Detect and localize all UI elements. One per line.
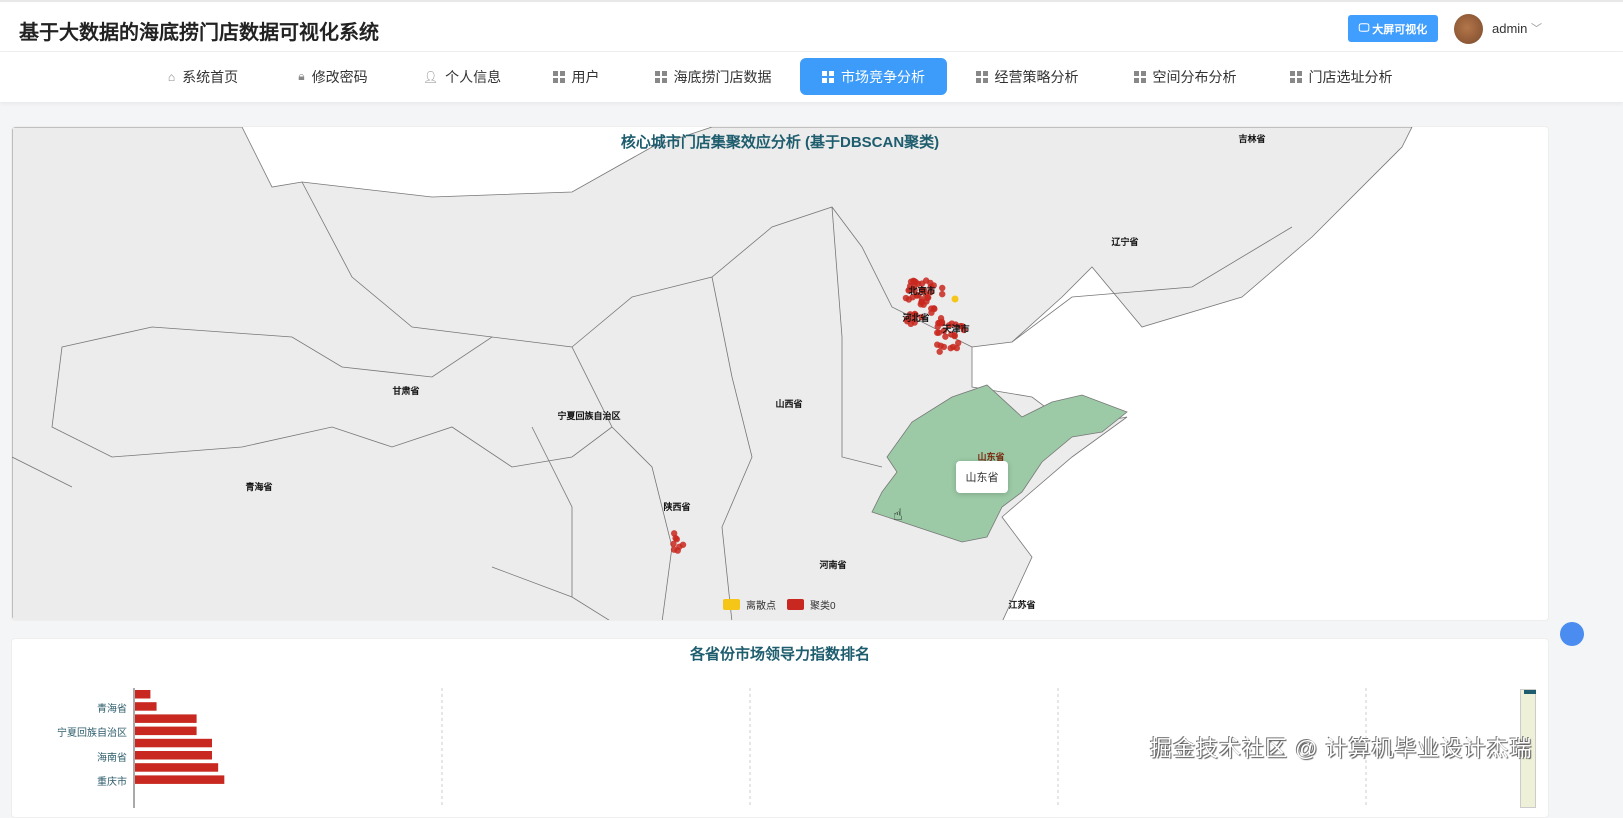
province-label: 河北省 bbox=[902, 312, 929, 323]
nav-tab-2[interactable]: 👤︎ 个人信息 bbox=[412, 58, 512, 95]
province-label: 辽宁省 bbox=[1111, 236, 1138, 247]
nav-tab-4[interactable]: 海底捞门店数据 bbox=[643, 58, 783, 95]
store-point[interactable] bbox=[679, 541, 687, 548]
province-label: 天津市 bbox=[942, 323, 969, 334]
bar-chart-title: 各省份市场领导力指数排名 bbox=[689, 646, 870, 663]
slider-handle[interactable] bbox=[1524, 690, 1536, 694]
legend-item-outlier[interactable]: 离散点 bbox=[723, 597, 776, 612]
store-point[interactable] bbox=[949, 343, 957, 351]
y-tick-label: 青海省 bbox=[97, 704, 127, 715]
nav-tab-8[interactable]: 门店选址分析 bbox=[1276, 58, 1406, 95]
big-screen-button[interactable]: 🖵 大屏可视化 bbox=[1348, 15, 1438, 42]
top-header: 基于大数据的海底捞门店数据可视化系统 🖵 大屏可视化 admin ﹀ bbox=[0, 0, 1623, 52]
province-label: 山西省 bbox=[775, 398, 802, 409]
grid-icon bbox=[975, 70, 988, 83]
legend-item-cluster0[interactable]: 聚类0 bbox=[787, 597, 836, 612]
province-label: 青海省 bbox=[245, 481, 272, 492]
grid-icon bbox=[1133, 70, 1146, 83]
nav-tab-6[interactable]: 经营策略分析 bbox=[962, 58, 1092, 95]
legend-swatch bbox=[787, 599, 804, 610]
province-label: 北京市 bbox=[908, 285, 935, 296]
store-point[interactable] bbox=[670, 546, 678, 553]
store-point[interactable] bbox=[934, 341, 941, 348]
province-region bbox=[12, 127, 1413, 620]
province-label: 宁夏回族自治区 bbox=[557, 410, 620, 421]
china-map[interactable]: 吉林省辽宁省北京市河北省天津市甘肃省宁夏回族自治区山西省山东省青海省陕西省河南省… bbox=[12, 127, 1549, 621]
store-point[interactable] bbox=[940, 343, 948, 351]
y-tick-label: 重庆市 bbox=[97, 777, 127, 789]
user-icon: 👤︎ bbox=[422, 69, 439, 84]
province-label: 甘肃省 bbox=[392, 385, 419, 396]
province-label: 江苏省 bbox=[1008, 599, 1035, 610]
store-point[interactable] bbox=[936, 348, 943, 355]
nav-tab-5[interactable]: 市场竞争分析 bbox=[800, 58, 947, 95]
grid-icon bbox=[552, 70, 565, 83]
map-panel: 吉林省 辽宁省 北京市 河北省 天津市 甘肃省 宁夏回族自治区 山西省 山东省 青海省 陕西省 河南省… bbox=[11, 126, 1549, 621]
map-tooltip: 山东省 bbox=[956, 461, 1008, 493]
nav-tab-0[interactable]: ⌂ 系统首页 bbox=[158, 58, 248, 95]
watermark: 掘金技术社区 @ 计算机毕业设计杰瑞 bbox=[1150, 736, 1533, 761]
map-title: 核心城市门店集聚效应分析 (基于DBSCAN聚类) bbox=[620, 134, 940, 151]
store-point[interactable] bbox=[672, 534, 679, 542]
monitor-icon: 🖵 bbox=[1358, 22, 1370, 34]
bar-chart-panel: 各省份市场领导力指数排名 bbox=[11, 638, 1549, 818]
hand-cursor-icon: ☝ bbox=[893, 507, 903, 524]
outlier-point[interactable] bbox=[951, 295, 959, 303]
avatar[interactable] bbox=[1454, 14, 1483, 44]
province-label: 河南省 bbox=[819, 559, 846, 570]
store-point[interactable] bbox=[670, 540, 677, 548]
store-point[interactable] bbox=[922, 277, 930, 284]
store-point[interactable] bbox=[939, 284, 946, 292]
store-point[interactable] bbox=[939, 290, 946, 298]
y-tick-label: 海南省 bbox=[97, 752, 127, 764]
store-point[interactable] bbox=[942, 333, 949, 340]
grid-icon bbox=[822, 70, 834, 83]
grid-icon bbox=[654, 70, 667, 83]
nav-tab-7[interactable]: 空间分布分析 bbox=[1120, 58, 1250, 95]
floating-action-button[interactable] bbox=[1560, 622, 1584, 646]
y-tick-label: 宁夏回族自治区 bbox=[57, 728, 127, 740]
legend-swatch bbox=[723, 599, 740, 610]
home-icon: ⌂ bbox=[167, 69, 176, 84]
province-label: 陕西省 bbox=[663, 501, 690, 512]
chevron-down-icon[interactable]: ﹀ bbox=[1531, 20, 1542, 36]
nav-tab-3[interactable]: 用户 bbox=[540, 58, 612, 95]
nav-tab-1[interactable]: 🔒︎ 修改密码 bbox=[283, 58, 383, 95]
main-nav: ⌂ 系统首页 🔒︎ 修改密码 👤︎ 个人信息 用户 海底捞门店数据 市场竞争分析 经营策略分析 空间… bbox=[0, 52, 1623, 102]
grid-icon bbox=[1289, 70, 1302, 83]
app-title: 基于大数据的海底捞门店数据可视化系统 bbox=[19, 22, 379, 44]
lock-icon: 🔒︎ bbox=[298, 69, 305, 83]
username[interactable]: admin bbox=[1492, 21, 1527, 36]
